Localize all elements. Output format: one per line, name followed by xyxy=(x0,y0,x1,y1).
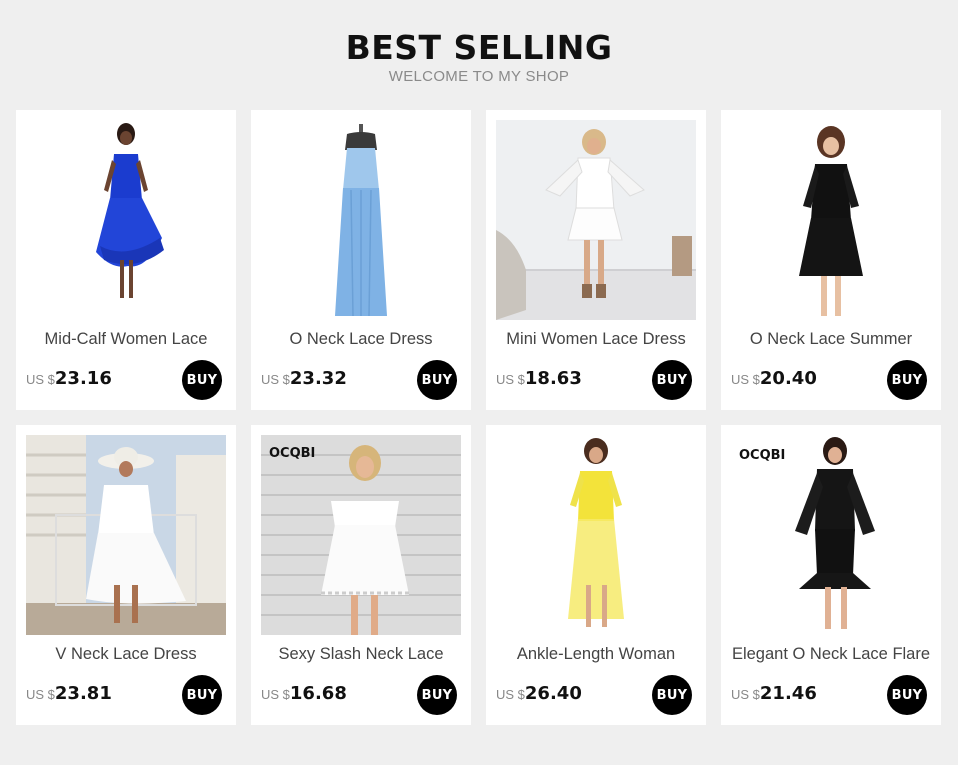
price-amount: 26.40 xyxy=(524,683,582,704)
buy-button[interactable]: BUY xyxy=(417,675,457,715)
product-image[interactable] xyxy=(496,435,696,635)
buy-button[interactable]: BUY xyxy=(182,360,222,400)
price-currency: US $ xyxy=(261,687,290,702)
product-card[interactable]: V Neck Lace Dress US $23.81 BUY xyxy=(16,425,236,725)
page-header: BEST SELLING WELCOME TO MY SHOP xyxy=(0,0,958,110)
product-card[interactable]: Mid-Calf Women Lace US $23.16 BUY xyxy=(16,110,236,410)
product-name[interactable]: Ankle-Length Woman xyxy=(490,645,702,664)
product-price: US $20.40 xyxy=(731,368,817,389)
price-amount: 23.81 xyxy=(54,683,112,704)
buy-button[interactable]: BUY xyxy=(652,675,692,715)
product-name[interactable]: O Neck Lace Dress xyxy=(255,330,467,349)
product-name[interactable]: Mid-Calf Women Lace xyxy=(20,330,232,349)
product-image[interactable] xyxy=(261,120,461,320)
price-currency: US $ xyxy=(261,372,290,387)
product-card[interactable]: OCQBI Sexy Slash Neck Lace US $16.68 BUY xyxy=(251,425,471,725)
product-name[interactable]: Sexy Slash Neck Lace xyxy=(255,645,467,664)
buy-button[interactable]: BUY xyxy=(887,360,927,400)
product-image[interactable] xyxy=(26,120,226,320)
product-name[interactable]: Mini Women Lace Dress xyxy=(490,330,702,349)
product-price: US $18.63 xyxy=(496,368,582,389)
price-currency: US $ xyxy=(731,687,760,702)
price-amount: 20.40 xyxy=(759,368,817,389)
page-subtitle: WELCOME TO MY SHOP xyxy=(388,68,570,85)
price-amount: 23.16 xyxy=(54,368,112,389)
product-card[interactable]: O Neck Lace Dress US $23.32 BUY xyxy=(251,110,471,410)
price-amount: 16.68 xyxy=(289,683,347,704)
product-card[interactable]: Ankle-Length Woman US $26.40 BUY xyxy=(486,425,706,725)
price-currency: US $ xyxy=(731,372,760,387)
price-amount: 21.46 xyxy=(759,683,817,704)
product-image[interactable] xyxy=(496,120,696,320)
product-image[interactable]: OCQBI xyxy=(731,435,931,635)
product-price: US $21.46 xyxy=(731,683,817,704)
product-price: US $26.40 xyxy=(496,683,582,704)
product-price: US $23.32 xyxy=(261,368,347,389)
brand-logo: OCQBI xyxy=(269,446,315,461)
product-price: US $16.68 xyxy=(261,683,347,704)
product-name[interactable]: V Neck Lace Dress xyxy=(20,645,232,664)
price-currency: US $ xyxy=(496,687,525,702)
buy-button[interactable]: BUY xyxy=(417,360,457,400)
price-currency: US $ xyxy=(26,372,55,387)
brand-logo: OCQBI xyxy=(739,448,785,463)
product-image[interactable] xyxy=(26,435,226,635)
page-title: BEST SELLING xyxy=(345,28,613,67)
price-amount: 18.63 xyxy=(524,368,582,389)
product-price: US $23.16 xyxy=(26,368,112,389)
buy-button[interactable]: BUY xyxy=(652,360,692,400)
buy-button[interactable]: BUY xyxy=(887,675,927,715)
product-image[interactable] xyxy=(731,120,931,320)
price-amount: 23.32 xyxy=(289,368,347,389)
product-card[interactable]: OCQBI Elegant O Neck Lace Flare US $21.4… xyxy=(721,425,941,725)
product-name[interactable]: Elegant O Neck Lace Flare xyxy=(725,645,937,664)
product-name[interactable]: O Neck Lace Summer xyxy=(725,330,937,349)
price-currency: US $ xyxy=(26,687,55,702)
product-price: US $23.81 xyxy=(26,683,112,704)
product-grid: Mid-Calf Women Lace US $23.16 BUY O Neck… xyxy=(16,110,941,725)
buy-button[interactable]: BUY xyxy=(182,675,222,715)
product-image[interactable]: OCQBI xyxy=(261,435,461,635)
price-currency: US $ xyxy=(496,372,525,387)
product-card[interactable]: O Neck Lace Summer US $20.40 BUY xyxy=(721,110,941,410)
product-card[interactable]: Mini Women Lace Dress US $18.63 BUY xyxy=(486,110,706,410)
